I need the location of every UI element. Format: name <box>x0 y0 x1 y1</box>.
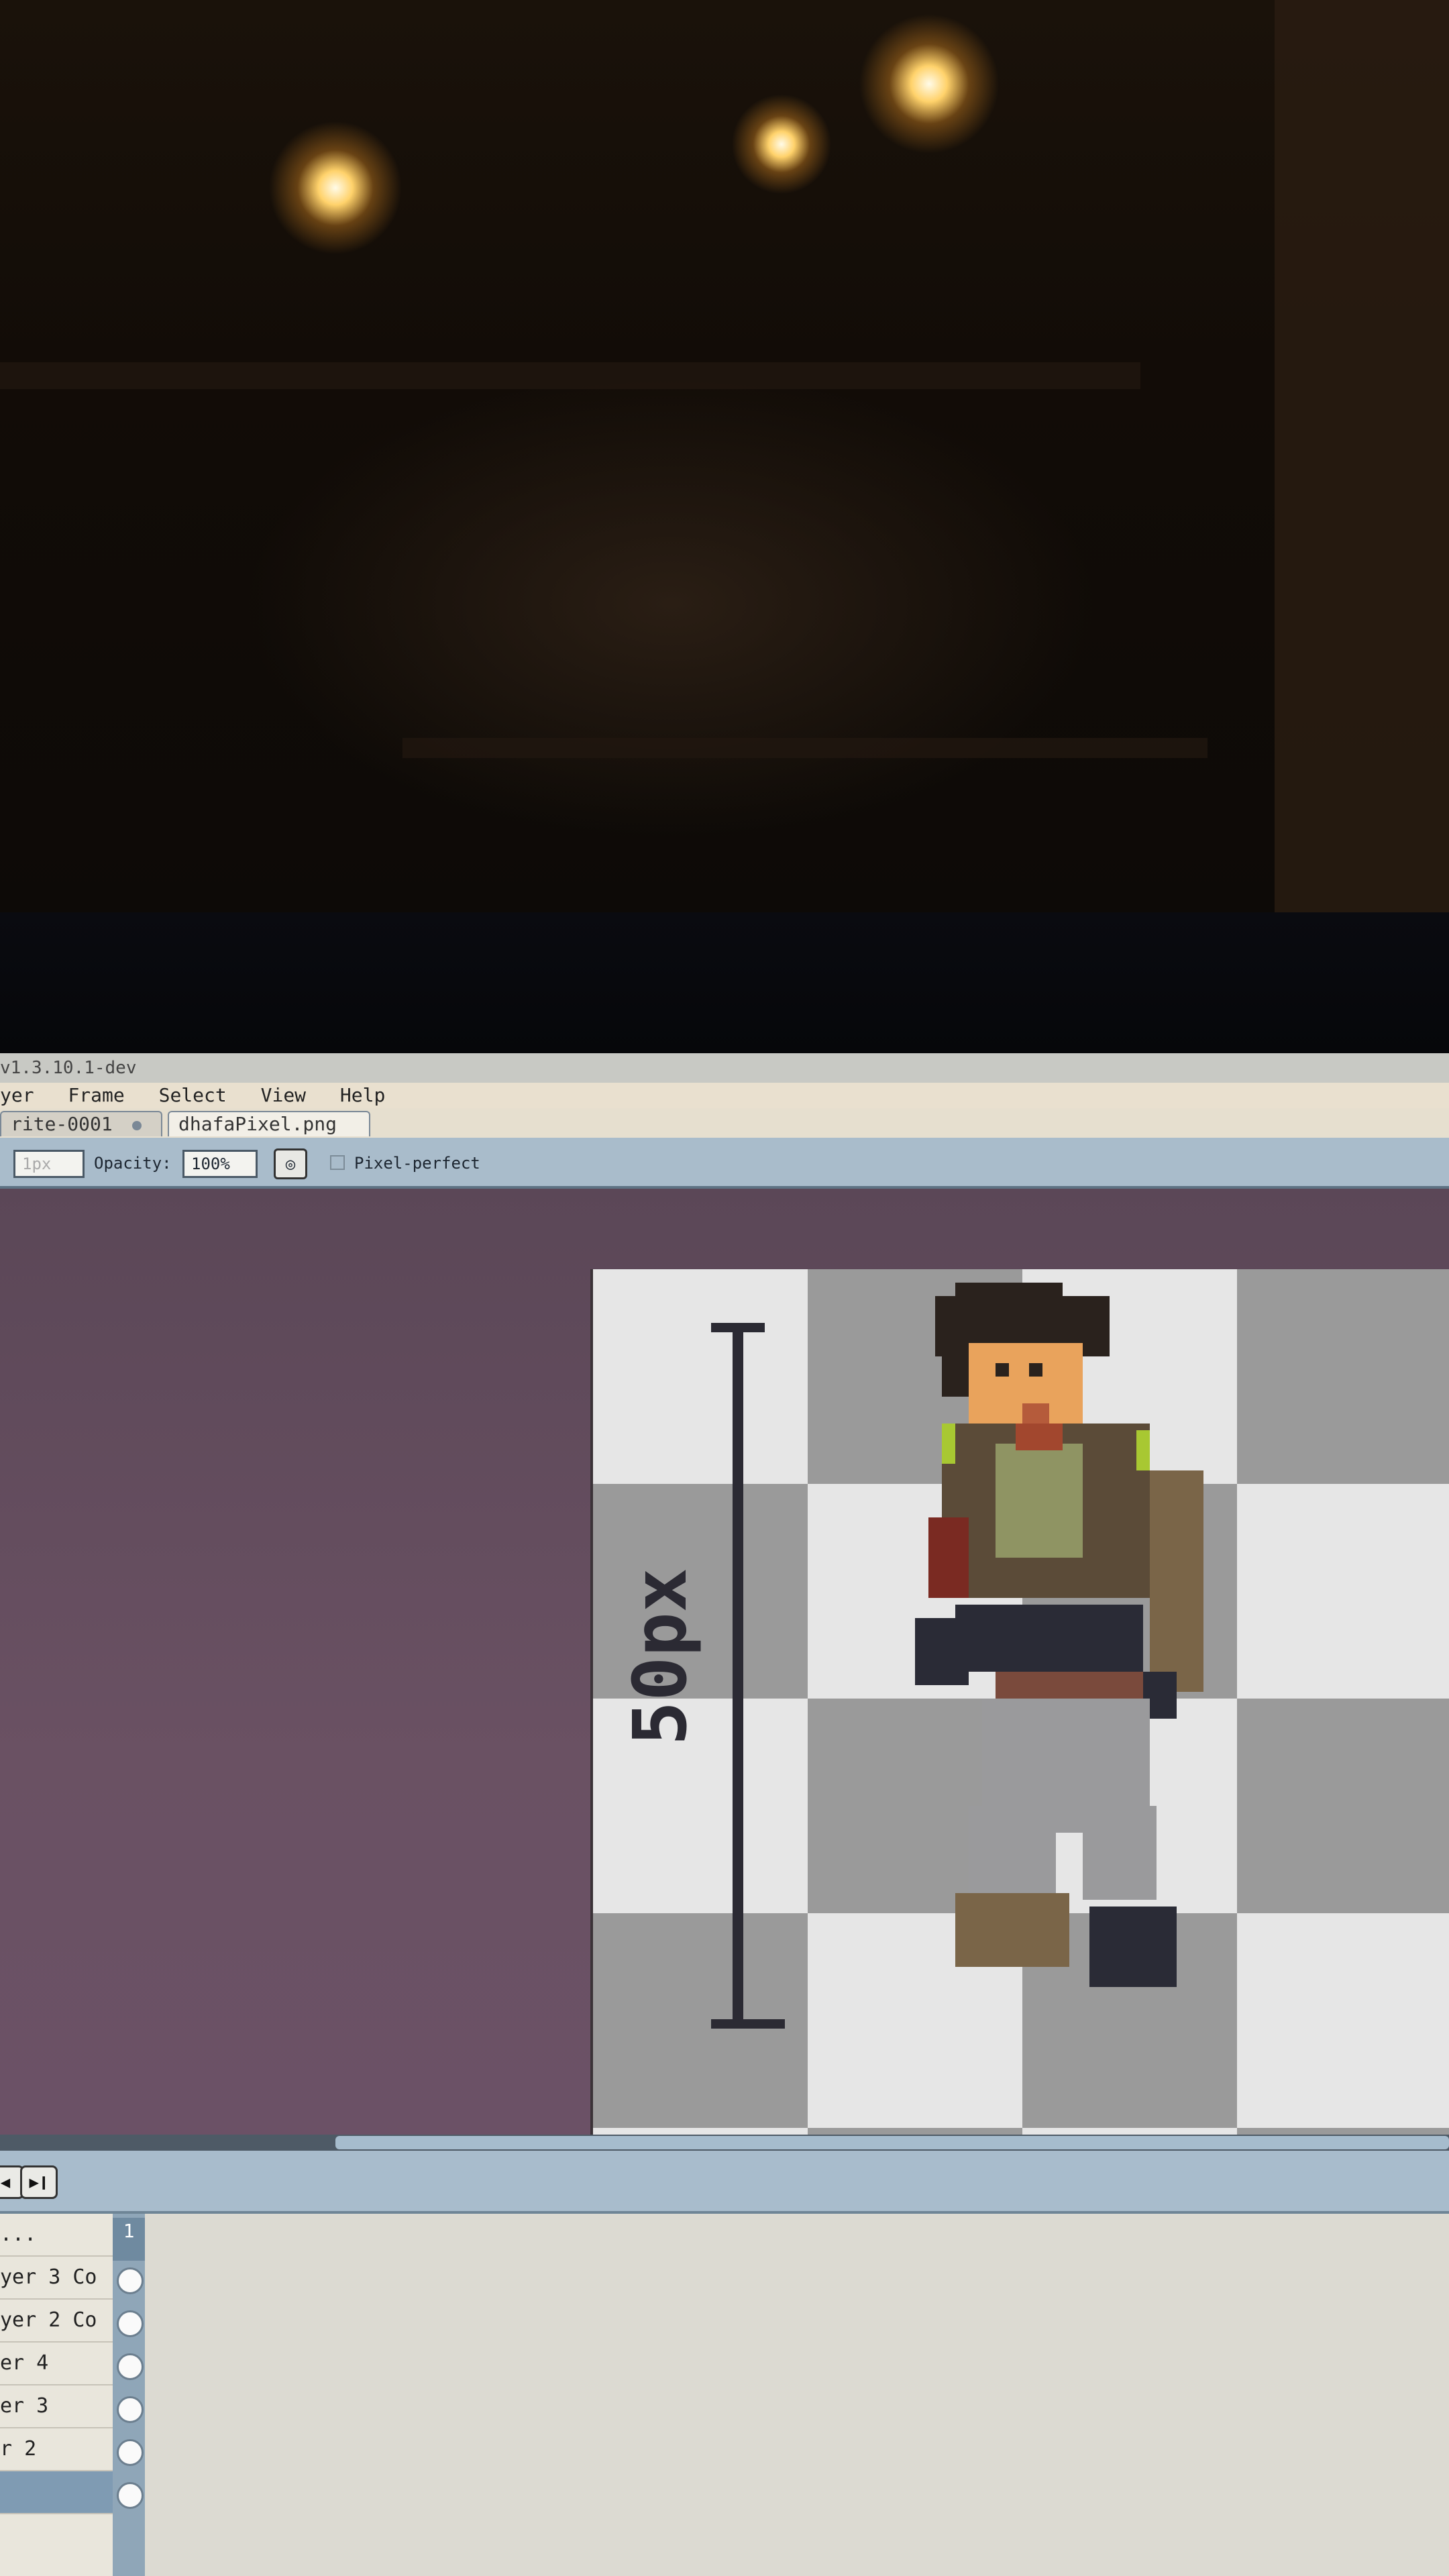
tab-label: rite-0001 <box>11 1113 113 1135</box>
layers-panel: ... yer 3 Co yer 2 Co er 4 er 3 r 2 1 <box>0 2214 1449 2576</box>
ink-settings-icon[interactable]: ◎ <box>274 1148 307 1179</box>
window-title: v1.3.10.1-dev <box>0 1058 137 1078</box>
pixel-perfect-label: Pixel-perfect <box>354 1154 480 1173</box>
shelf <box>0 362 1140 389</box>
background-photo <box>0 0 1449 912</box>
menu-item-frame[interactable]: Frame <box>68 1084 124 1106</box>
cel[interactable] <box>117 2310 144 2337</box>
timeline-toolbar: ◀ ▶❙ <box>0 2151 1449 2214</box>
wall-panel <box>1275 0 1449 912</box>
tab-sprite[interactable]: rite-0001 <box>0 1111 162 1136</box>
tab-dhafapixel[interactable]: dhafaPixel.png × <box>168 1111 370 1159</box>
cel[interactable] <box>117 2482 144 2509</box>
menu-bar: yer Frame Select View Help <box>0 1083 1449 1108</box>
layer-row[interactable]: yer 3 Co <box>0 2257 113 2300</box>
layer-row[interactable]: r 2 <box>0 2428 113 2471</box>
layer-row[interactable]: er 4 <box>0 2343 113 2385</box>
cel[interactable] <box>117 2439 144 2466</box>
layer-row[interactable]: ... <box>0 2214 113 2257</box>
scrollbar-thumb[interactable] <box>335 2136 1449 2149</box>
opacity-field[interactable]: 100% <box>182 1150 258 1178</box>
menu-item-help[interactable]: Help <box>340 1084 385 1106</box>
sprite-editor[interactable]: 50px <box>0 1189 1449 2141</box>
cel[interactable] <box>117 2353 144 2380</box>
sprite-canvas[interactable]: 50px <box>590 1269 1449 2141</box>
ruler-graphic <box>711 1323 785 2029</box>
cel[interactable] <box>117 2396 144 2423</box>
menu-item-select[interactable]: Select <box>159 1084 227 1106</box>
ceiling-light <box>859 13 1000 154</box>
ceiling-light <box>731 94 832 195</box>
frame-cels-column <box>113 2214 145 2576</box>
pixel-perfect-checkbox[interactable] <box>330 1155 345 1170</box>
menu-item-view[interactable]: View <box>261 1084 306 1106</box>
sprite-art <box>711 1283 1203 2029</box>
layer-row[interactable]: yer 2 Co <box>0 2300 113 2343</box>
modified-dot-icon <box>131 1121 142 1130</box>
frame-header[interactable]: 1 <box>113 2218 145 2261</box>
brush-size-field[interactable]: 1px <box>13 1150 85 1178</box>
tab-label: dhafaPixel.png <box>178 1113 337 1135</box>
next-frame-icon[interactable]: ▶❙ <box>20 2165 58 2199</box>
ceiling-light <box>268 121 402 255</box>
ruler-label: 50px <box>617 1568 703 1746</box>
shelf <box>402 738 1208 758</box>
layer-row-selected[interactable] <box>0 2471 113 2514</box>
character-sprite <box>915 1283 1203 1987</box>
layer-row[interactable]: er 3 <box>0 2385 113 2428</box>
document-tabs: rite-0001 dhafaPixel.png × <box>0 1108 1449 1159</box>
layer-names-column: ... yer 3 Co yer 2 Co er 4 er 3 r 2 <box>0 2214 115 2576</box>
monitor-bezel <box>0 912 1449 1053</box>
menu-item-layer[interactable]: yer <box>0 1084 34 1106</box>
aseprite-window: v1.3.10.1-dev yer Frame Select View Help… <box>0 1053 1449 2576</box>
window-titlebar: v1.3.10.1-dev <box>0 1053 1449 1083</box>
context-toolbar: 1px Opacity: 100% ◎ Pixel-perfect <box>0 1138 1449 1189</box>
horizontal-scrollbar[interactable] <box>0 2135 1449 2151</box>
cel[interactable] <box>117 2267 144 2294</box>
opacity-label: Opacity: <box>94 1154 172 1173</box>
